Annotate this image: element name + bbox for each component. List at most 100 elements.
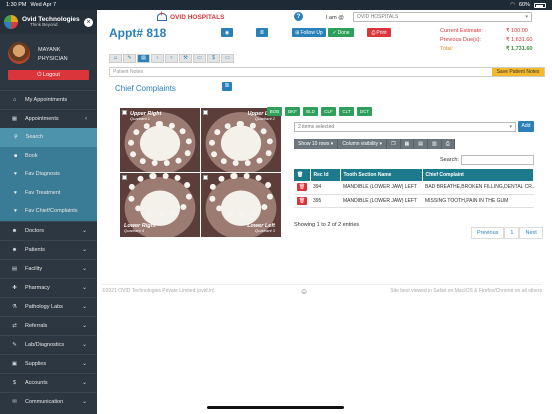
- print-table-button[interactable]: ⎙: [441, 139, 455, 149]
- sidebar-subitem-fav-diagnosis[interactable]: ♥ Fav Diagnosis: [0, 165, 97, 184]
- user-panel: MAYANK PHYSICIAN ⏻ Logout: [0, 34, 97, 90]
- code-button[interactable]: BKF: [285, 107, 300, 116]
- sidebar-item-referrals[interactable]: ⇄ Referrals ⌄: [0, 315, 97, 335]
- sidebar-item-facility[interactable]: ▤ Facility ⌄: [0, 258, 97, 278]
- code-button[interactable]: BOB: [267, 107, 282, 116]
- previous-due-value: ₹ 1,631.60: [506, 36, 533, 43]
- sidebar-item-patients[interactable]: ☻ Patients ⌄: [0, 239, 97, 259]
- delete-row-button[interactable]: 🗑: [297, 196, 307, 205]
- add-button[interactable]: Add: [518, 121, 534, 132]
- quadrant-4[interactable]: Lower Right Quadrant 4: [120, 173, 200, 237]
- search-input[interactable]: [461, 155, 534, 165]
- next-page-button[interactable]: Next: [519, 227, 543, 239]
- search-icon: ⚲: [14, 134, 18, 141]
- tab-diagnosis[interactable]: ♆: [165, 54, 178, 63]
- quadrant-2[interactable]: Upper Left Quadrant 2: [201, 108, 281, 172]
- sidebar-subitem-book[interactable]: ■ Book: [0, 147, 97, 166]
- tab-chief-complaints[interactable]: ▤: [137, 54, 150, 63]
- sidebar-item-pharmacy[interactable]: ✚ Pharmacy ⌄: [0, 277, 97, 297]
- sidebar-subitem-fav-treatment[interactable]: ♥ Fav Treatment: [0, 184, 97, 203]
- hospital-select[interactable]: OVID HOSPITALS ▾: [353, 12, 532, 22]
- sidebar-item-accounts[interactable]: $ Accounts ⌄: [0, 372, 97, 392]
- page-button[interactable]: 1: [504, 227, 520, 239]
- follow-up-button[interactable]: ⊞ Follow Up: [292, 28, 326, 37]
- estimate-values: ₹ 100.00 ₹ 1,631.60 ₹ 1,731.60: [506, 27, 532, 53]
- list-icon: ≣: [224, 83, 230, 89]
- save-patient-notes-button[interactable]: Save Patient Notes: [492, 68, 544, 76]
- table-toolbar: Show 10 rows ▾ Column visibility ▾ ❐ ▦ ▤…: [294, 139, 455, 149]
- sidebar-item-label: Doctors: [25, 227, 44, 234]
- done-button[interactable]: ✓ Done: [328, 28, 354, 37]
- tab-billing[interactable]: $: [207, 54, 220, 63]
- show-rows-button[interactable]: Show 10 rows ▾: [294, 139, 339, 149]
- sidebar-subitem-label: Fav Treatment: [24, 189, 61, 196]
- show-rows-label: Show 10 rows: [298, 141, 330, 147]
- copy-button[interactable]: ❐: [387, 139, 401, 149]
- sidebar-item-communication[interactable]: ✉ Communication ⌄: [0, 391, 97, 411]
- sidebar-subitem-search[interactable]: ⚲ Search: [0, 128, 97, 147]
- print-button[interactable]: ⎙ Print: [367, 28, 391, 37]
- sidebar-item-supplies[interactable]: ▣ Supplies ⌄: [0, 353, 97, 373]
- code-button[interactable]: DCT: [357, 107, 372, 116]
- quadrant-1[interactable]: Upper Right Quadrant 1: [120, 108, 200, 172]
- quadrant-3[interactable]: Lower Left Quadrant 3: [201, 173, 281, 237]
- footer: ©2021 OVID Technologies Private Limited …: [102, 284, 542, 294]
- code-button[interactable]: CLF: [321, 107, 336, 116]
- tab-treatment[interactable]: ⚒: [179, 54, 192, 63]
- sidebar-item-doctors[interactable]: ☻ Doctors ⌄: [0, 220, 97, 240]
- sidebar-item-label: Facility: [25, 265, 43, 272]
- sidebar-item-label: Accounts: [25, 379, 48, 386]
- table-cell: 395: [310, 194, 340, 208]
- tab-payments[interactable]: ▭: [221, 54, 234, 63]
- quadrant-3-checkbox[interactable]: [203, 175, 208, 180]
- sidebar-item-my-appointments[interactable]: ⌂ My Appointments: [0, 90, 97, 109]
- quadrant-2-checkbox[interactable]: [203, 110, 208, 115]
- sidebar-item-appointments[interactable]: ▦ Appointments ‹: [0, 109, 97, 128]
- hospital-mark-icon: [157, 11, 167, 21]
- sidebar-subitem-fav-chief-complaints[interactable]: ♥ Fav Chief/Complaints: [0, 202, 97, 221]
- help-icon[interactable]: ?: [294, 12, 303, 21]
- code-button[interactable]: BLD: [303, 107, 318, 116]
- delete-row-button[interactable]: 🗑: [297, 183, 307, 192]
- quadrant-4-label: Lower Right Quadrant 4: [124, 222, 156, 233]
- tab-vitals[interactable]: ♁: [151, 54, 164, 63]
- brand-tagline: Think Beyond: [30, 22, 58, 28]
- tab-prescription[interactable]: ▭: [193, 54, 206, 63]
- sidebar-item-lab-diagnostics[interactable]: ✎ Lab/Diagnostics ⌄: [0, 334, 97, 354]
- menu-button[interactable]: ≣: [222, 82, 232, 91]
- view-button[interactable]: ◉: [221, 28, 233, 37]
- list-button[interactable]: ≣: [256, 28, 268, 37]
- complaint-multiselect[interactable]: 2 items selected ▾: [294, 122, 516, 132]
- sidebar-subitem-label: Fav Chief/Complaints: [24, 208, 78, 215]
- tab-patient[interactable]: ☺: [109, 54, 122, 63]
- quadrant-4-checkbox[interactable]: [122, 175, 127, 180]
- user-name: MAYANK: [38, 47, 61, 53]
- close-sidebar-button[interactable]: ×: [84, 17, 93, 27]
- hospital-name: OVID HOSPITALS: [170, 13, 225, 21]
- battery-percent: 60%: [518, 2, 530, 8]
- excel-button[interactable]: ▦: [400, 139, 415, 149]
- pagination: Previous 1 Next: [471, 227, 543, 239]
- quadrant-1-checkbox[interactable]: [122, 110, 127, 115]
- brand-logo: [4, 15, 18, 29]
- column-header[interactable]: Rec Id: [310, 169, 341, 181]
- code-button[interactable]: CLT: [339, 107, 354, 116]
- column-visibility-button[interactable]: Column visibility ▾: [338, 139, 388, 149]
- copyright-text: ©2021 OVID Technologies Private Limited …: [102, 288, 215, 294]
- csv-icon: ▤: [418, 141, 424, 147]
- previous-page-button[interactable]: Previous: [471, 227, 505, 239]
- patient-notes-input[interactable]: Patient Notes: [113, 69, 143, 75]
- tab-notes[interactable]: ✎: [123, 54, 136, 63]
- current-estimate-label: Current Estimate:: [440, 28, 483, 34]
- battery-icon: [534, 2, 546, 8]
- clipboard-icon: ▤: [141, 55, 146, 61]
- table-row: 🗑 395 MANDIBLE (LOWER JAW) LEFT MISSING …: [294, 194, 534, 208]
- csv-button[interactable]: ▤: [414, 139, 429, 149]
- column-header[interactable]: Chief Complaint: [422, 169, 534, 181]
- column-header[interactable]: Tooth Section Name: [340, 169, 423, 181]
- sidebar-item-pathology-labs[interactable]: ⚗ Pathology Labs ⌄: [0, 296, 97, 316]
- logout-button[interactable]: ⏻ Logout: [8, 70, 89, 80]
- chevron-down-icon: ⌄: [81, 380, 87, 386]
- home-indicator[interactable]: [207, 406, 344, 409]
- pdf-button[interactable]: ▥: [428, 139, 442, 149]
